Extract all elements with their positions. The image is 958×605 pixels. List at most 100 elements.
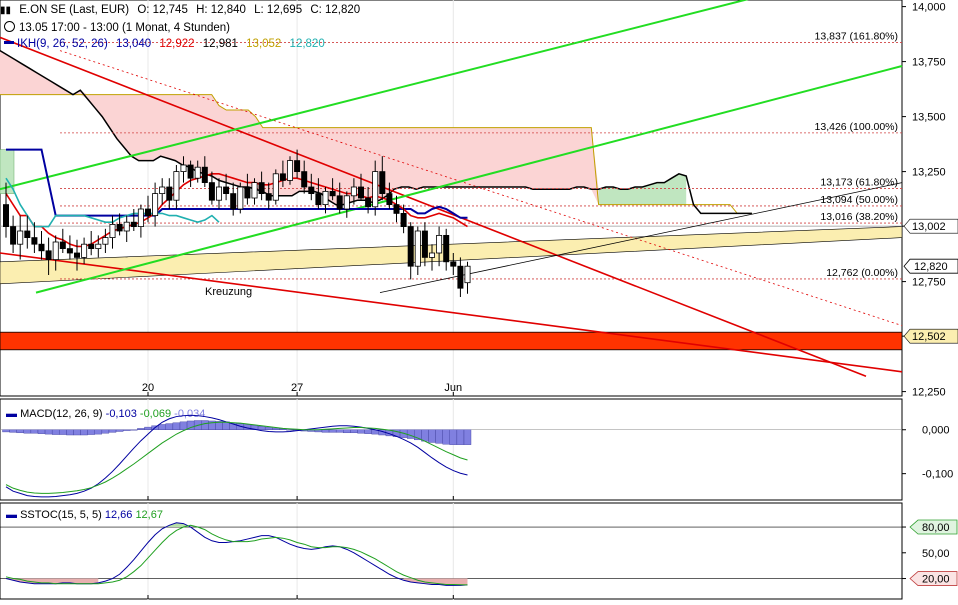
candle-body	[336, 195, 343, 210]
chart-svg: 20 27 Jun 13,837 (161.80%) 13,426 (100.00%) 1…	[0, 0, 958, 600]
time-range: 13.05 17:00 - 13:00 (1 Monat, 4 Stunden)	[19, 22, 230, 34]
chart-area: 20 27 Jun 13,837 (161.80%) 13,426 (100.00%) 1…	[0, 0, 958, 600]
x-tick-label: 20	[142, 382, 154, 394]
candle-body	[116, 223, 123, 232]
candle-body	[45, 250, 52, 261]
y-tick-label: 12,250	[912, 387, 946, 399]
candle-body	[52, 241, 59, 261]
macd-histogram-bar	[463, 429, 472, 445]
stoch-title: ▬ SSTOC(15, 5, 5) 12,66 12,67	[6, 509, 163, 521]
ikh-spana-value: 13,052	[246, 38, 282, 50]
macd-histogram-bar	[456, 429, 465, 445]
candle-body	[144, 208, 151, 216]
macd-histogram-bar	[343, 429, 351, 434]
macd-histogram-bar	[172, 422, 181, 430]
candle-body	[31, 237, 38, 245]
header-line-2: 13.05 17:00 - 13:00 (1 Monat, 4 Stunden)	[0, 21, 235, 34]
y-tick-label: 13,002	[912, 221, 946, 233]
candle-body	[152, 193, 159, 217]
macd-histogram-bar	[2, 429, 10, 433]
macd-histogram-bar	[101, 429, 110, 434]
macd-histogram-bar	[201, 420, 209, 430]
macd-histogram-bar	[428, 429, 436, 443]
candle-body	[421, 230, 428, 258]
candle-body	[365, 197, 372, 208]
fib-level-label: 13,016 (38.20%)	[820, 211, 898, 223]
candle-body	[414, 230, 421, 267]
stoch-y-tick-label: 20,00	[922, 574, 950, 586]
candle-body	[315, 193, 322, 206]
macd-y-tick-label: 0,000	[922, 425, 950, 437]
clock-icon	[4, 21, 15, 32]
macd-histogram-bar	[108, 429, 117, 433]
candle-body	[279, 173, 286, 181]
candle-body	[17, 230, 24, 245]
candle-body	[350, 186, 357, 197]
y-tick-label: 12,502	[912, 331, 946, 343]
candle-body	[272, 173, 279, 201]
macd-histogram-bar	[122, 429, 131, 431]
macd-histogram-bar	[37, 429, 46, 434]
candle-body	[428, 252, 435, 258]
candle-body	[201, 166, 208, 183]
y-tick-label: 12,750	[912, 277, 946, 289]
header-line-1: ▮▮ E.ON SE (Last, EUR) O: 12,745 H: 12,8…	[0, 4, 365, 16]
fib-level-label: 13,173 (61.80%)	[820, 177, 898, 189]
macd-histogram-bar	[73, 429, 81, 436]
chart-type-icon: ▮▮	[0, 5, 12, 16]
candle-body	[102, 237, 109, 245]
candle-body	[95, 243, 102, 249]
candle-body	[74, 252, 81, 258]
candle-body	[329, 190, 336, 197]
candle-body	[436, 234, 443, 254]
candle-body	[109, 223, 116, 238]
ikh-label: IKH(9, 26, 52, 26)	[17, 38, 108, 50]
macd-histogram-bar	[59, 429, 67, 435]
header-line-3: IKH(9, 26, 52, 26) 13,040 12,922 12,981 …	[0, 38, 330, 50]
fib-level-label: 13,426 (100.00%)	[815, 121, 898, 133]
macd-histogram-bar	[115, 429, 124, 432]
candle-body	[24, 230, 31, 238]
candle-body	[66, 248, 73, 254]
macd-histogram-bar	[350, 429, 358, 434]
candle-body	[393, 204, 400, 214]
candle-body	[187, 164, 194, 179]
candle-body	[443, 234, 450, 263]
macd-histogram-bar	[179, 421, 188, 430]
fib-level-label: 12,762 (0.00%)	[826, 267, 898, 279]
ichimoku-cloud-bullish	[598, 173, 687, 205]
candle-body	[237, 186, 244, 210]
macd-histogram-bar	[165, 423, 174, 430]
candle-body	[322, 190, 329, 205]
macd-histogram-bar	[130, 429, 138, 431]
macd-histogram-bar	[421, 429, 429, 442]
macd-histogram-bar	[137, 428, 145, 430]
candle-body	[3, 204, 9, 228]
candle-body	[130, 221, 137, 227]
x-tick-label: Jun	[444, 382, 462, 394]
candle-body	[294, 160, 301, 173]
candle-body	[88, 243, 95, 249]
candle-body	[301, 171, 308, 188]
support-channel-yellow	[0, 226, 903, 285]
ikh-legend-icon	[4, 41, 14, 44]
candle-body	[244, 186, 251, 199]
candle-body	[173, 171, 180, 201]
stoch-d-line	[5, 524, 468, 586]
last-price-label: 12,820	[914, 261, 948, 273]
candle-body	[372, 171, 379, 208]
candle-body	[357, 186, 364, 199]
candle-body	[286, 160, 293, 181]
candle-body	[223, 186, 230, 194]
candle-body	[386, 193, 393, 206]
macd-histogram-bar	[357, 429, 365, 434]
candle-body	[258, 182, 265, 195]
macd-histogram-bar	[364, 429, 372, 434]
candle-body	[308, 186, 315, 194]
macd-histogram-bar	[66, 429, 74, 436]
ikh-tenkan-value: 12,922	[159, 38, 195, 50]
low-value: L: 12,695	[254, 4, 303, 16]
candle-body	[379, 171, 386, 195]
macd-histogram-bar	[144, 426, 152, 430]
trendline-red-steep	[0, 36, 867, 377]
